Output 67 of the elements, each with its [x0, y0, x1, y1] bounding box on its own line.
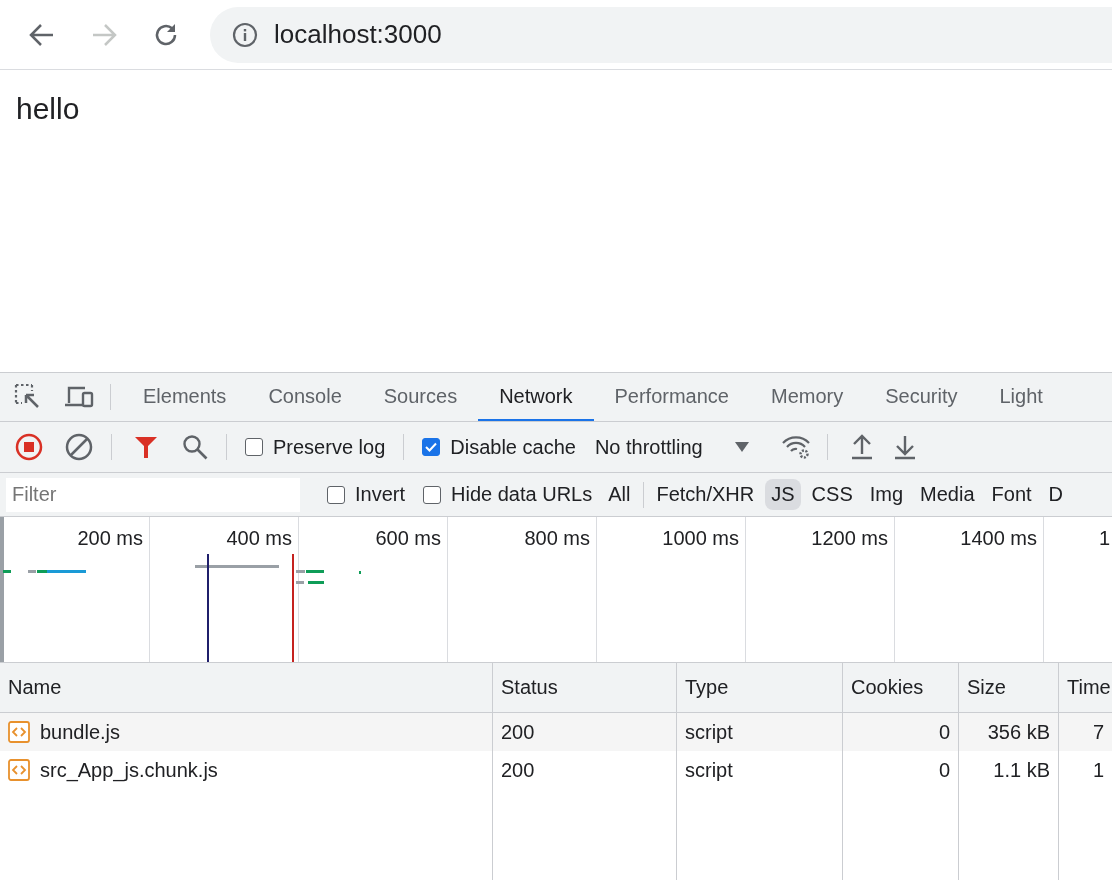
timeline-tick-label: 1000 ms: [662, 527, 739, 549]
devtools-tab[interactable]: Network: [478, 373, 594, 421]
checkbox[interactable]: [423, 485, 442, 504]
resource-type-filter[interactable]: Media: [914, 479, 981, 510]
resource-type-filter[interactable]: D: [1042, 479, 1070, 510]
table-cell: 1.1 kB: [993, 758, 1050, 782]
timeline-tick-label: 1200 ms: [811, 527, 888, 549]
request-name[interactable]: src_App_js.chunk.js: [40, 758, 218, 782]
table-cell: 7: [1092, 720, 1104, 744]
column-header[interactable]: Status: [493, 663, 677, 713]
column-header[interactable]: Name: [0, 663, 493, 713]
checkbox-label: Preserve log: [273, 435, 386, 459]
table-cell: 200: [501, 758, 535, 782]
checkbox[interactable]: [422, 438, 441, 456]
column-header[interactable]: Type: [677, 663, 843, 713]
resource-type-filter[interactable]: CSS: [805, 479, 859, 510]
resource-type-filter[interactable]: Font: [985, 479, 1038, 510]
checkbox[interactable]: [245, 438, 263, 456]
filter-input[interactable]: Filter: [6, 477, 300, 512]
throttling-select[interactable]: No throttling: [594, 435, 735, 459]
column-header[interactable]: Cookies: [843, 663, 959, 713]
url-text: localhost:3000: [274, 19, 442, 50]
devtools-tab[interactable]: Memory: [750, 373, 865, 421]
info-icon: [232, 21, 258, 48]
table-cell: 0: [938, 758, 950, 782]
column-header[interactable]: Size: [959, 663, 1059, 713]
devtools-tab[interactable]: Light: [978, 373, 1064, 421]
page-text: hello: [16, 92, 80, 125]
devtools-tab[interactable]: Elements: [122, 373, 248, 421]
checkbox-label: Invert: [355, 483, 406, 506]
timeline-tick-label: 1400 ms: [960, 527, 1037, 549]
timeline-tick-label: 1: [1098, 527, 1110, 549]
table-cell: 1: [1092, 758, 1104, 782]
timeline-tick-label: 600 ms: [375, 527, 441, 549]
network-conditions-icon[interactable]: [780, 435, 811, 459]
column-header[interactable]: Time: [1059, 663, 1112, 713]
table-cell: 356 kB: [987, 720, 1050, 744]
table-cell: 200: [501, 720, 535, 744]
table-cell: 0: [938, 720, 950, 744]
search-icon[interactable]: [182, 434, 208, 460]
devtools-tab[interactable]: Console: [247, 373, 363, 421]
devtools-tab[interactable]: Sources: [362, 373, 479, 421]
script-file-icon: [8, 721, 30, 743]
checkbox-label: Disable cache: [450, 435, 576, 459]
upload-icon[interactable]: [849, 434, 874, 460]
script-file-icon: [8, 759, 30, 781]
timeline-tick-label: 800 ms: [524, 527, 590, 549]
timeline-tick-label: 200 ms: [77, 527, 143, 549]
devtools-tab[interactable]: Security: [864, 373, 979, 421]
checkbox[interactable]: [327, 485, 345, 504]
download-icon[interactable]: [892, 434, 917, 460]
timeline-tick-label: 400 ms: [226, 527, 292, 549]
devtools-tab[interactable]: Performance: [593, 373, 750, 421]
checkbox-label: Hide data URLs: [451, 483, 593, 506]
table-cell: script: [685, 720, 733, 744]
stop-recording-icon[interactable]: [15, 433, 43, 461]
table-cell: script: [685, 758, 733, 782]
caret-icon[interactable]: [734, 442, 749, 452]
resource-type-filter[interactable]: Img: [863, 479, 910, 510]
address-bar[interactable]: localhost:3000: [210, 6, 1112, 63]
resource-type-filter[interactable]: JS: [765, 479, 801, 510]
resource-type-filter[interactable]: Fetch/XHR: [650, 479, 761, 510]
back-icon[interactable]: [29, 22, 55, 47]
request-name[interactable]: bundle.js: [40, 720, 121, 744]
clear-icon[interactable]: [65, 433, 93, 461]
resource-type-filter[interactable]: All: [602, 479, 637, 510]
filter-icon[interactable]: [134, 435, 158, 459]
